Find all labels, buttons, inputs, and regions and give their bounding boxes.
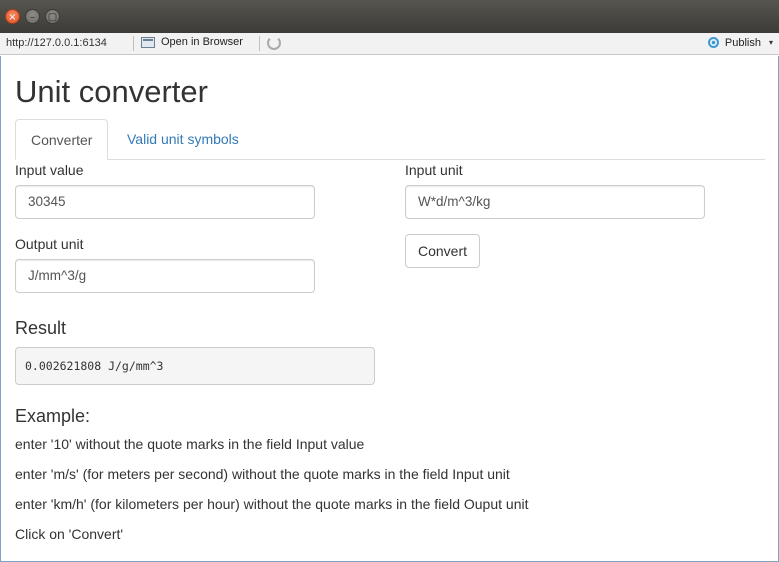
output-unit-field[interactable]: J/mm^3/g	[15, 259, 315, 293]
example-heading: Example:	[15, 406, 91, 426]
input-unit-field[interactable]: W*d/m^3/kg	[405, 185, 705, 219]
refresh-icon[interactable]	[267, 36, 281, 50]
input-value-field[interactable]: 30345	[15, 185, 315, 219]
publish-label: Publish	[724, 36, 761, 49]
output-unit-label: Output unit	[15, 236, 84, 252]
convert-button[interactable]: Convert	[405, 234, 481, 268]
example-line: enter 'm/s' (for meters per second) with…	[15, 466, 510, 482]
input-unit-label: Input unit	[405, 162, 463, 178]
page-title: Unit converter	[15, 74, 208, 109]
window-titlebar: × – ▢	[0, 0, 779, 33]
app-frame: Unit converter Converter Valid unit symb…	[0, 56, 779, 562]
chevron-down-icon[interactable]: ▾	[769, 38, 773, 47]
browser-window-icon	[141, 36, 155, 48]
tab-bar: Converter Valid unit symbols	[15, 119, 765, 160]
tab-converter[interactable]: Converter	[15, 119, 109, 160]
open-in-browser-button[interactable]: Open in Browser	[141, 36, 243, 48]
example-line: enter 'km/h' (for kilometers per hour) w…	[15, 496, 529, 512]
viewer-toolbar: http://127.0.0.1:6134 Open in Browser Pu…	[0, 33, 779, 55]
example-line: enter '10' without the quote marks in th…	[15, 436, 365, 452]
input-value-label: Input value	[15, 162, 84, 178]
tab-valid-unit-symbols[interactable]: Valid unit symbols	[112, 119, 254, 160]
example-line: Click on 'Convert'	[15, 526, 124, 542]
open-in-browser-label: Open in Browser	[161, 36, 243, 48]
window-minimize-button[interactable]: –	[25, 9, 40, 24]
toolbar-divider	[133, 36, 134, 51]
publish-icon	[707, 37, 719, 48]
url-display: http://127.0.0.1:6134	[6, 37, 107, 49]
window-close-button[interactable]: ×	[5, 9, 20, 24]
result-output: 0.002621808 J/g/mm^3	[15, 347, 375, 385]
result-heading: Result	[15, 318, 67, 338]
toolbar-divider	[259, 36, 260, 51]
publish-button[interactable]: Publish ▾	[706, 36, 773, 49]
window-maximize-button[interactable]: ▢	[45, 9, 60, 24]
